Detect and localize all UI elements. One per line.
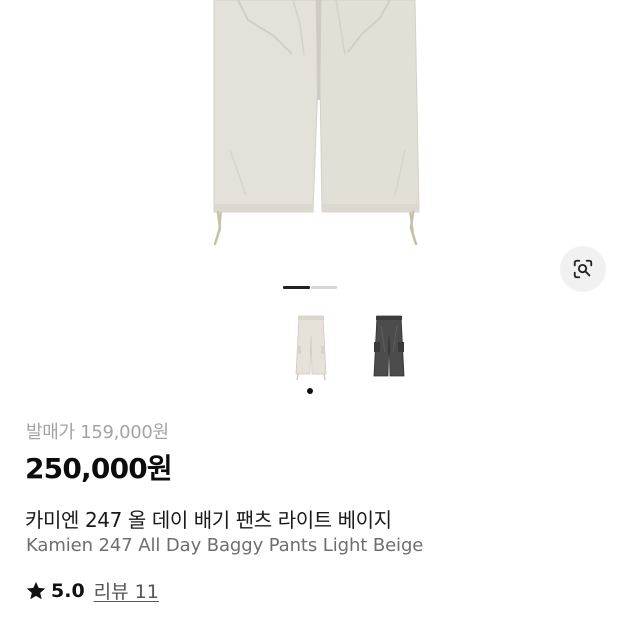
pants-image (213, 0, 420, 246)
thumbnail-charcoal[interactable] (371, 312, 407, 384)
rating-row: 5.0 리뷰 11 (25, 577, 159, 604)
rating-value: 5.0 (51, 579, 85, 602)
lens-search-icon (573, 259, 593, 279)
lens-search-button[interactable] (560, 246, 606, 292)
image-indicator-inactive (311, 286, 337, 289)
current-price: 250,000원 (25, 452, 173, 485)
product-title-korean: 카미엔 247 올 데이 배기 팬츠 라이트 베이지 (25, 508, 392, 532)
selected-thumbnail-dot (307, 388, 313, 394)
product-image[interactable] (0, 0, 620, 275)
product-title-english: Kamien 247 All Day Baggy Pants Light Bei… (26, 535, 424, 556)
thumbnail-pants-charcoal (373, 315, 405, 377)
thumbnail-pants-beige (295, 315, 327, 381)
review-count-link[interactable]: 리뷰 11 (94, 577, 159, 604)
star-icon (26, 581, 46, 599)
image-indicator-active (283, 286, 310, 289)
release-price: 발매가 159,000원 (26, 422, 169, 443)
thumbnail-light-beige[interactable] (293, 312, 329, 384)
